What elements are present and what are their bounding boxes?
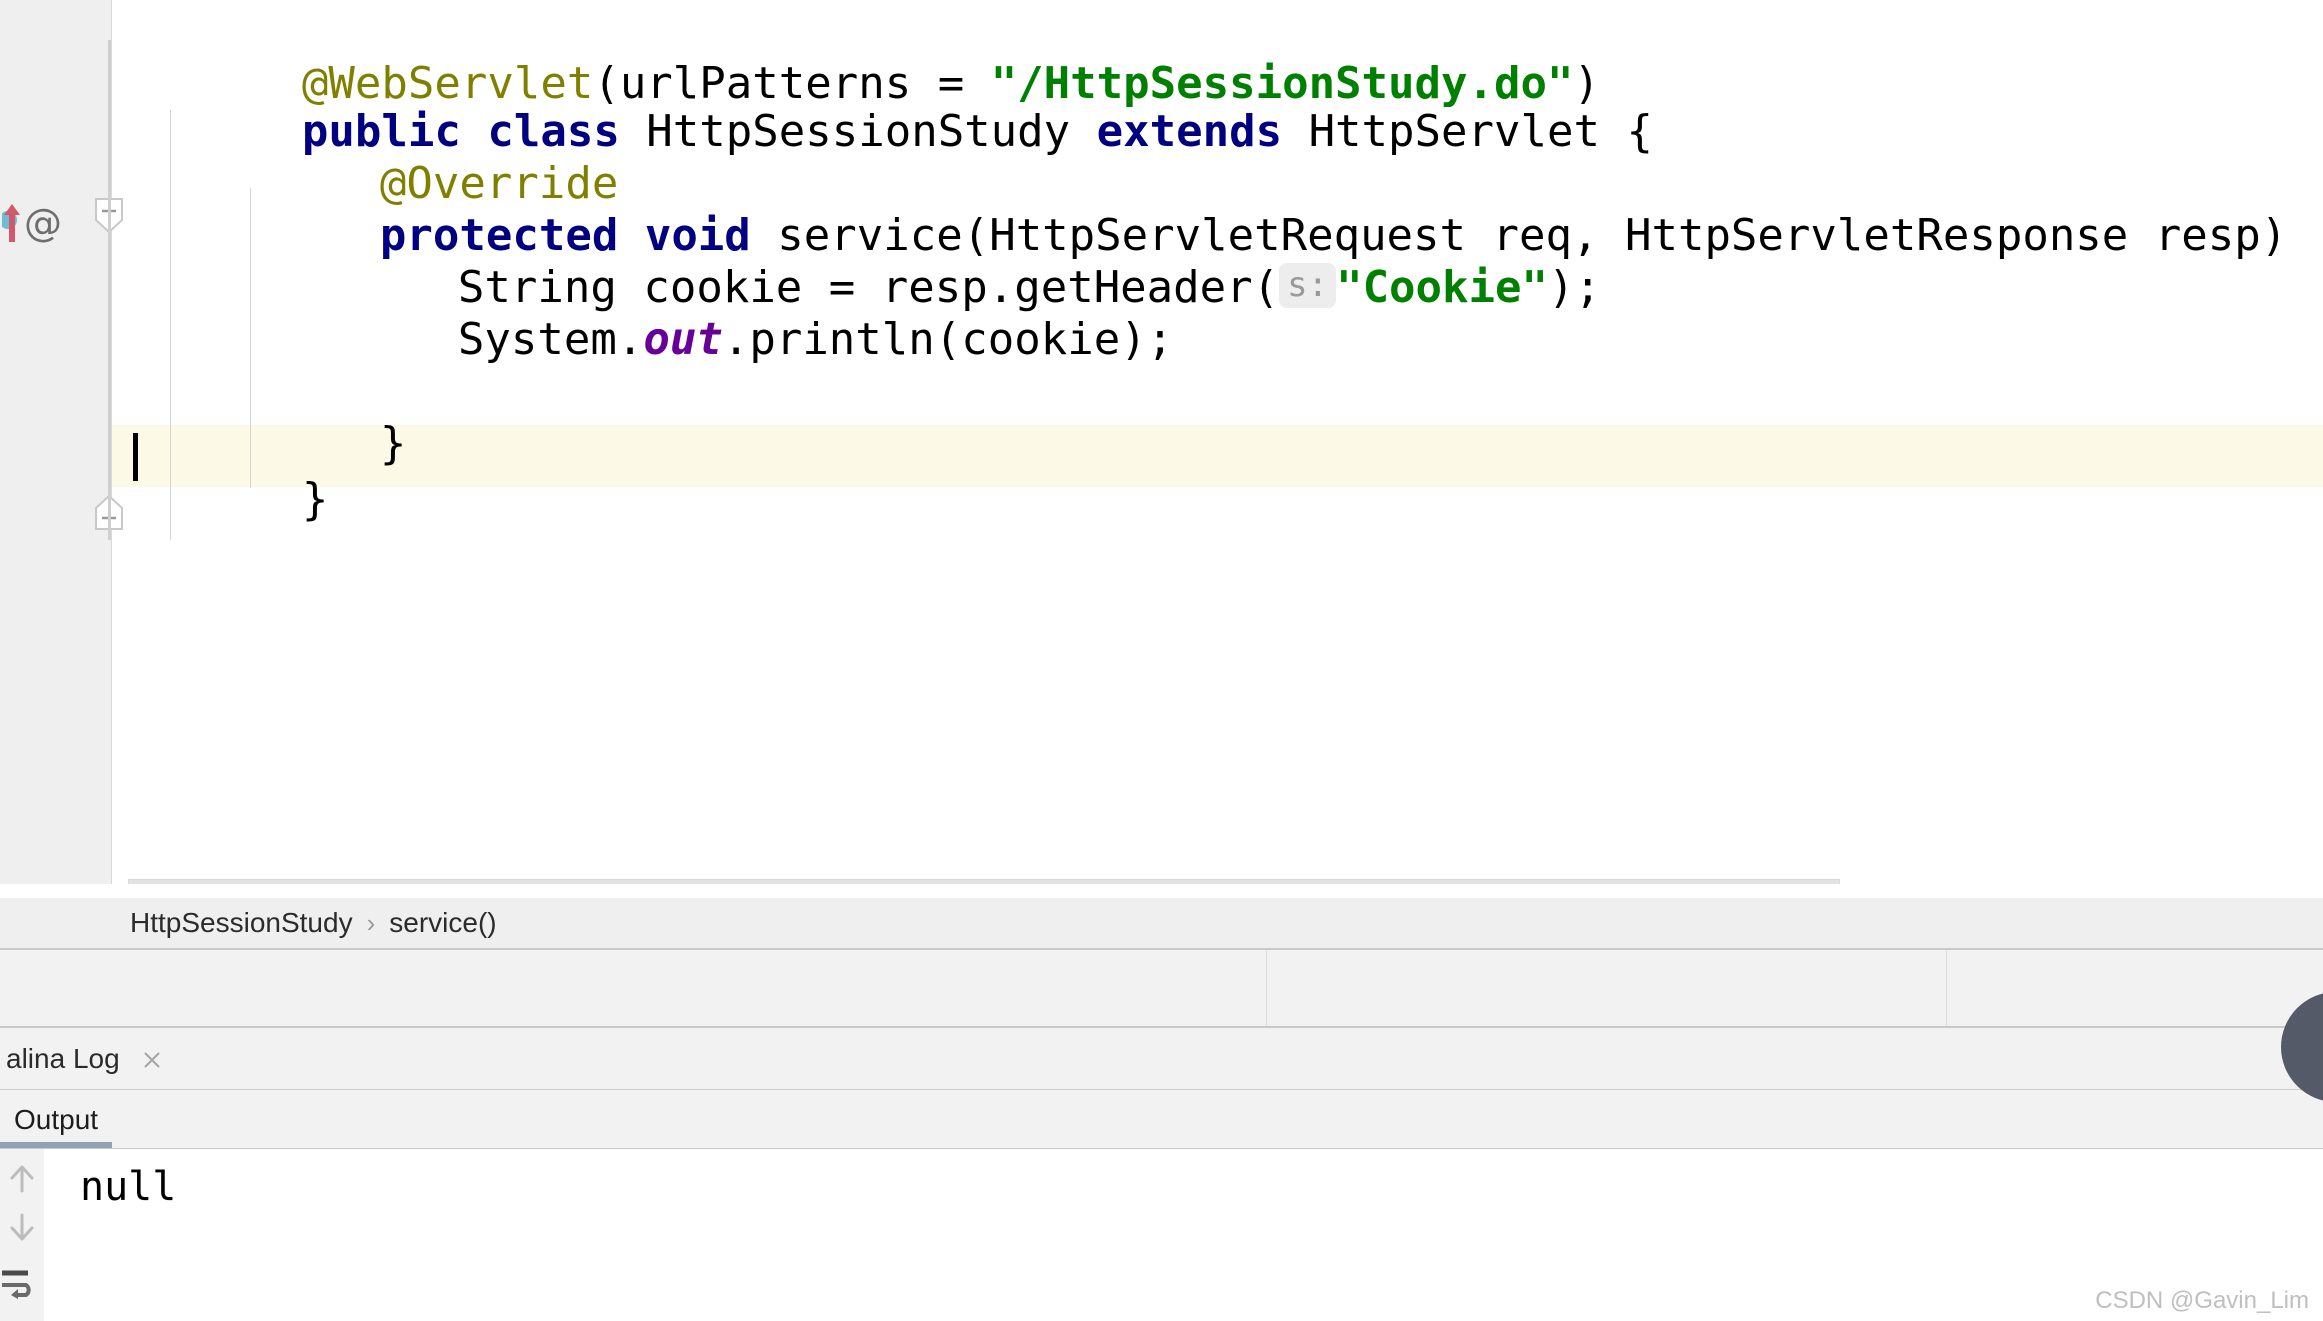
gutter-marker-group[interactable]: @ xyxy=(0,198,70,246)
token-text: } xyxy=(379,418,407,469)
editor-horizontal-scrollbar-track[interactable] xyxy=(112,877,2323,884)
breadcrumb[interactable]: HttpSessionStudy › service() xyxy=(130,907,497,939)
tool-window-tab-bar[interactable]: alina Log xyxy=(0,1028,2323,1090)
tab-output[interactable]: Output xyxy=(0,1104,113,1148)
breadcrumb-item-method[interactable]: service() xyxy=(389,907,496,939)
fold-region-line xyxy=(108,40,111,540)
console-output-text: null xyxy=(80,1164,177,1210)
editor-horizontal-scrollbar-thumb[interactable] xyxy=(128,879,1840,884)
code-line-close-class: } xyxy=(112,386,329,525)
token-string: "Cookie" xyxy=(1336,262,1548,313)
toolbar-divider xyxy=(1946,950,1947,1026)
code-editor[interactable]: @ @WebServlet(urlPatterns = "/HttpSessio… xyxy=(0,0,2323,884)
output-tab-label: Output xyxy=(14,1104,99,1135)
arrow-down-icon[interactable] xyxy=(6,1211,38,1243)
parameter-hint-badge: s: xyxy=(1279,263,1337,308)
toolbar-divider xyxy=(1266,950,1267,1026)
console-output-panel[interactable]: null xyxy=(0,1148,2323,1321)
tool-window-tab-catalina-log[interactable]: alina Log xyxy=(0,1043,174,1075)
indent-guide xyxy=(250,188,251,488)
token-text: ); xyxy=(1548,262,1601,313)
chevron-right-icon: › xyxy=(366,907,376,938)
token-text: .println(cookie); xyxy=(722,314,1174,365)
tool-window-toolbar-band xyxy=(0,948,2323,1028)
token-text: System. xyxy=(457,314,644,365)
ide-window: @ @WebServlet(urlPatterns = "/HttpSessio… xyxy=(0,0,2323,1321)
editor-gutter[interactable] xyxy=(0,0,112,884)
token-text: } xyxy=(301,474,329,525)
arrow-up-icon[interactable] xyxy=(6,1163,38,1195)
close-icon[interactable] xyxy=(140,1047,164,1071)
code-text-layer[interactable]: @WebServlet(urlPatterns = "/HttpSessionS… xyxy=(112,0,2323,884)
watermark-label: CSDN @Gavin_Lim xyxy=(2095,1287,2309,1314)
output-tab-bar[interactable]: Output xyxy=(0,1090,2323,1148)
console-side-toolbar[interactable] xyxy=(0,1149,44,1321)
code-line-println: System.out.println(cookie); xyxy=(246,226,1173,365)
tool-window-tab-label: alina Log xyxy=(6,1042,120,1074)
at-annotation-icon[interactable]: @ xyxy=(24,204,62,242)
text-caret xyxy=(133,433,138,481)
token-static-field: out xyxy=(643,314,723,365)
override-arrow-icon[interactable] xyxy=(0,200,22,244)
soft-wrap-icon[interactable] xyxy=(2,1267,40,1299)
breadcrumb-bar: HttpSessionStudy › service() xyxy=(0,898,2323,948)
breadcrumb-item-class[interactable]: HttpSessionStudy xyxy=(130,907,353,939)
indent-guide xyxy=(170,110,171,540)
